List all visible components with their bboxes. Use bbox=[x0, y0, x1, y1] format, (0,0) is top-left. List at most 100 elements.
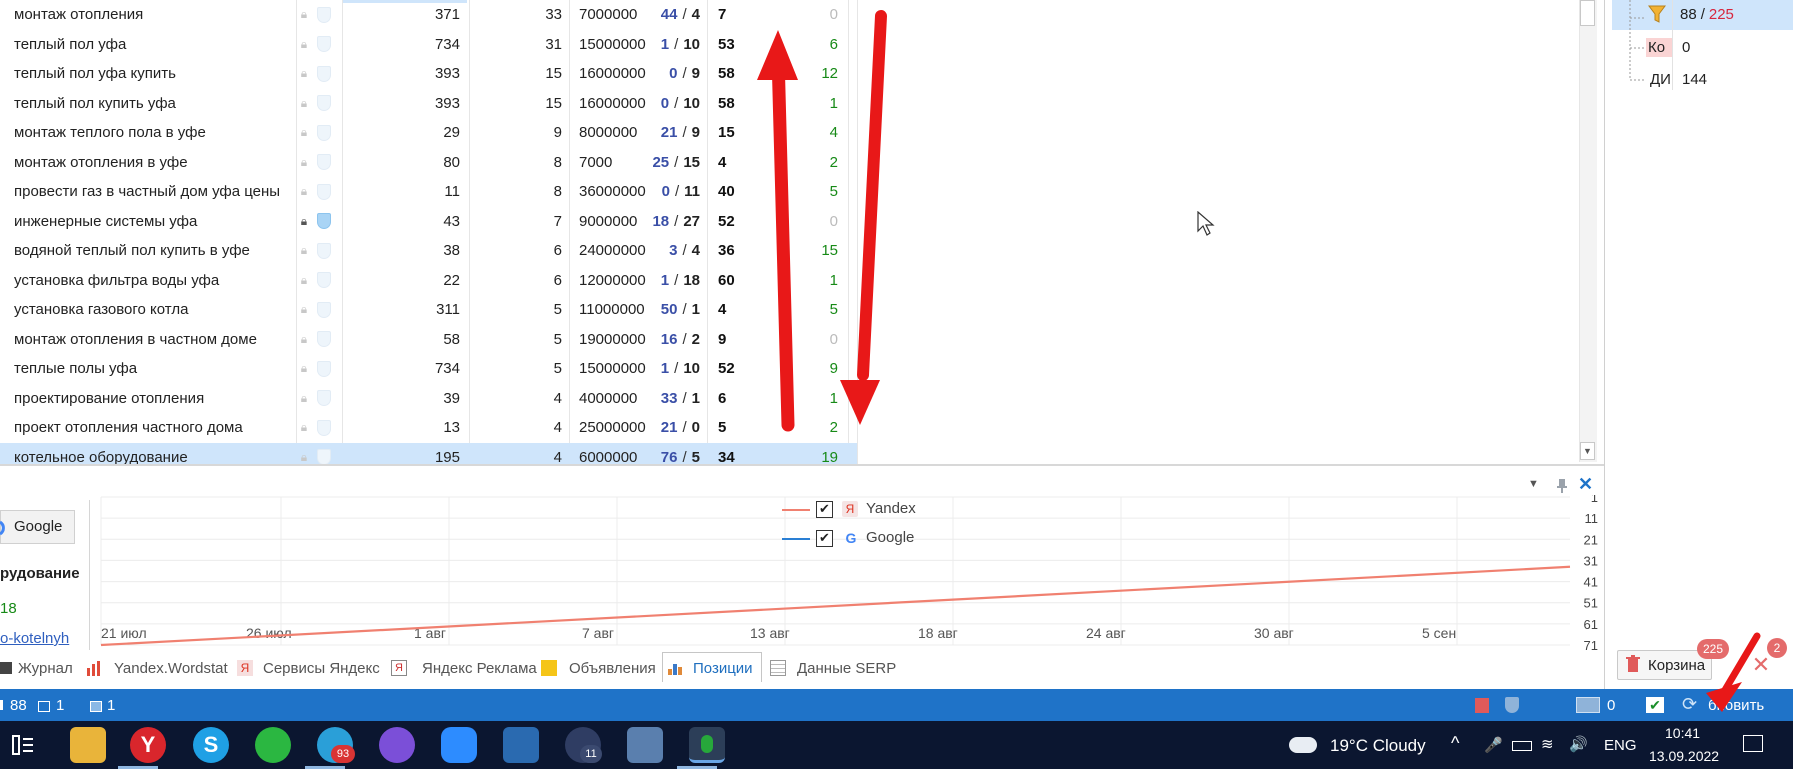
pin-icon[interactable] bbox=[1555, 478, 1569, 494]
table-row[interactable]: установка фильтра воды уфа 🔒︎ 22 6 12000000 1… bbox=[0, 266, 857, 296]
shield-icon[interactable] bbox=[316, 207, 332, 237]
selected-keyword-url-link[interactable]: o-kotelnyh bbox=[0, 630, 69, 647]
chevron-up-icon[interactable]: ^ bbox=[1451, 733, 1459, 754]
tree-item-label[interactable]: Ко bbox=[1646, 38, 1672, 57]
table-row[interactable]: водяной теплый пол купить в уфе 🔒︎ 38 6 2400… bbox=[0, 236, 857, 266]
clock-time[interactable]: 10:41 bbox=[1665, 725, 1700, 741]
tab-serp-data[interactable]: Данные SERP bbox=[797, 660, 896, 677]
status-card-icon[interactable] bbox=[1576, 697, 1600, 713]
skype-icon[interactable]: S bbox=[193, 727, 229, 763]
results-cell: 15000000 bbox=[579, 360, 646, 378]
shield-icon[interactable] bbox=[316, 325, 332, 355]
panel-menu-chevron-down-icon[interactable]: ▼ bbox=[1528, 478, 1539, 490]
shield-icon[interactable] bbox=[316, 89, 332, 119]
ratio-slash: / bbox=[682, 124, 687, 142]
vertical-scrollbar[interactable] bbox=[1579, 0, 1597, 462]
lock-icon[interactable]: 🔒︎ bbox=[297, 354, 311, 384]
table-row[interactable]: монтаж теплого пола в уфе 🔒︎ 29 9 8000000 21/… bbox=[0, 118, 857, 148]
lock-icon[interactable]: 🔒︎ bbox=[297, 118, 311, 148]
battery-icon[interactable] bbox=[1512, 741, 1532, 751]
shield-icon[interactable] bbox=[316, 413, 332, 443]
table-row[interactable]: проект отопления частного дома 🔒︎ 13 4 25000… bbox=[0, 413, 857, 443]
wifi-icon[interactable]: ≋ bbox=[1541, 735, 1554, 753]
lock-icon[interactable]: 🔒︎ bbox=[297, 413, 311, 443]
status-check-icon[interactable]: ✔ bbox=[1646, 697, 1664, 713]
lock-icon[interactable]: 🔒︎ bbox=[297, 236, 311, 266]
notifications-icon[interactable] bbox=[1743, 735, 1763, 752]
panel-splitter[interactable] bbox=[0, 464, 1604, 466]
shield-icon[interactable] bbox=[316, 236, 332, 266]
tab-ads[interactable]: Объявления bbox=[569, 660, 656, 677]
weather-text[interactable]: 19°C Cloudy bbox=[1330, 736, 1426, 756]
shield-icon[interactable] bbox=[316, 443, 332, 464]
viber-icon[interactable] bbox=[379, 727, 415, 763]
tab-yandex-wordstat[interactable]: Yandex.Wordstat bbox=[114, 660, 228, 677]
lock-icon[interactable]: 🔒︎ bbox=[297, 207, 311, 237]
shield-icon[interactable] bbox=[316, 118, 332, 148]
microphone-icon[interactable]: 🎤 bbox=[1484, 736, 1503, 754]
shield-icon[interactable] bbox=[316, 384, 332, 414]
clock-date[interactable]: 13.09.2022 bbox=[1649, 748, 1719, 764]
shield-icon[interactable] bbox=[316, 177, 332, 207]
frequency-cell: 22 bbox=[443, 271, 460, 289]
zoom-icon[interactable] bbox=[441, 727, 477, 763]
refresh-button[interactable]: бновить bbox=[1708, 697, 1764, 714]
table-row[interactable]: котельное оборудование 🔒︎ 195 4 6000000 76/5 3… bbox=[0, 442, 857, 465]
file-explorer-icon[interactable] bbox=[70, 727, 106, 763]
shield-icon[interactable] bbox=[316, 295, 332, 325]
scrollbar-thumb[interactable] bbox=[1580, 0, 1595, 26]
table-row[interactable]: проектирование отопления 🔒︎ 39 4 4000000 33/1… bbox=[0, 384, 857, 414]
legend-google-checkbox[interactable]: ✔ bbox=[816, 530, 833, 547]
status-trash-icon[interactable] bbox=[1475, 698, 1489, 713]
remote-desktop-icon[interactable] bbox=[627, 727, 663, 763]
lock-icon[interactable]: 🔒︎ bbox=[297, 295, 311, 325]
results-cell: 25000000 bbox=[579, 419, 646, 437]
tree-item-label[interactable]: ДИ bbox=[1650, 71, 1671, 88]
table-row[interactable]: инженерные системы уфа 🔒︎ 43 7 9000000 18/27 5… bbox=[0, 207, 857, 237]
yandex-browser-icon[interactable]: Y bbox=[130, 727, 166, 763]
tree-item-value: 0 bbox=[1682, 39, 1691, 56]
status-shield-icon[interactable] bbox=[1505, 697, 1519, 713]
tab-yandex-services[interactable]: Сервисы Яндекс bbox=[263, 660, 380, 677]
whatsapp-icon[interactable] bbox=[255, 727, 291, 763]
scroll-down-arrow-icon[interactable]: ▼ bbox=[1580, 442, 1595, 460]
legend-yandex-checkbox[interactable]: ✔ bbox=[816, 501, 833, 518]
shield-icon[interactable] bbox=[316, 0, 332, 30]
lock-icon[interactable]: 🔒︎ bbox=[297, 384, 311, 414]
volume-icon[interactable]: 🔊 bbox=[1569, 735, 1588, 753]
lock-icon[interactable]: 🔒︎ bbox=[297, 148, 311, 178]
language-indicator[interactable]: ENG bbox=[1604, 737, 1637, 754]
y-tick-label: 31 bbox=[1584, 553, 1598, 568]
table-row[interactable]: монтаж отопления 🔒︎ 371 33 7000000 44/4 7 0 bbox=[0, 0, 857, 30]
lock-icon[interactable]: 🔒︎ bbox=[297, 89, 311, 119]
lock-icon[interactable]: 🔒︎ bbox=[297, 59, 311, 89]
shield-icon[interactable] bbox=[316, 354, 332, 384]
shield-icon[interactable] bbox=[316, 148, 332, 178]
y-tick-label: 41 bbox=[1584, 575, 1598, 590]
shield-icon[interactable] bbox=[316, 30, 332, 60]
shield-icon[interactable] bbox=[316, 59, 332, 89]
task-view-icon[interactable] bbox=[12, 735, 34, 755]
table-row[interactable]: теплый пол уфа купить 🔒︎ 393 15 16000000 0/9 5… bbox=[0, 59, 857, 89]
table-row[interactable]: провести газ в частный дом уфа цены 🔒︎ 11 8… bbox=[0, 177, 857, 207]
table-row[interactable]: теплые полы уфа 🔒︎ 734 5 15000000 1/10 52 9 bbox=[0, 354, 857, 384]
lock-icon[interactable]: 🔒︎ bbox=[297, 266, 311, 296]
table-row[interactable]: монтаж отопления в частном доме 🔒︎ 58 5 1900… bbox=[0, 325, 857, 355]
table-row[interactable]: теплый пол уфа 🔒︎ 734 31 15000000 1/10 53 6 bbox=[0, 30, 857, 60]
ratio-b: 9 bbox=[691, 124, 700, 142]
refresh-icon[interactable]: ⟳ bbox=[1682, 694, 1697, 715]
table-row[interactable]: монтаж отопления в уфе 🔒︎ 80 8 7000 25/15 4 2 bbox=[0, 148, 857, 178]
tab-positions[interactable]: Позиции bbox=[693, 660, 753, 677]
tab-journal[interactable]: Журнал bbox=[18, 660, 73, 677]
shield-icon[interactable] bbox=[316, 266, 332, 296]
lock-icon[interactable]: 🔒︎ bbox=[297, 30, 311, 60]
lock-icon[interactable]: 🔒︎ bbox=[297, 0, 311, 30]
lock-icon[interactable]: 🔒︎ bbox=[297, 443, 311, 465]
app-image-icon[interactable] bbox=[503, 727, 539, 763]
table-row[interactable]: установка газового котла 🔒︎ 311 5 11000000 50… bbox=[0, 295, 857, 325]
table-row[interactable]: теплый пол купить уфа 🔒︎ 393 15 16000000 0/10… bbox=[0, 89, 857, 119]
lock-icon[interactable]: 🔒︎ bbox=[297, 325, 311, 355]
close-icon[interactable]: ✕ bbox=[1578, 474, 1593, 495]
lock-icon[interactable]: 🔒︎ bbox=[297, 177, 311, 207]
tab-yandex-ads[interactable]: Яндекс Реклама bbox=[422, 660, 537, 677]
